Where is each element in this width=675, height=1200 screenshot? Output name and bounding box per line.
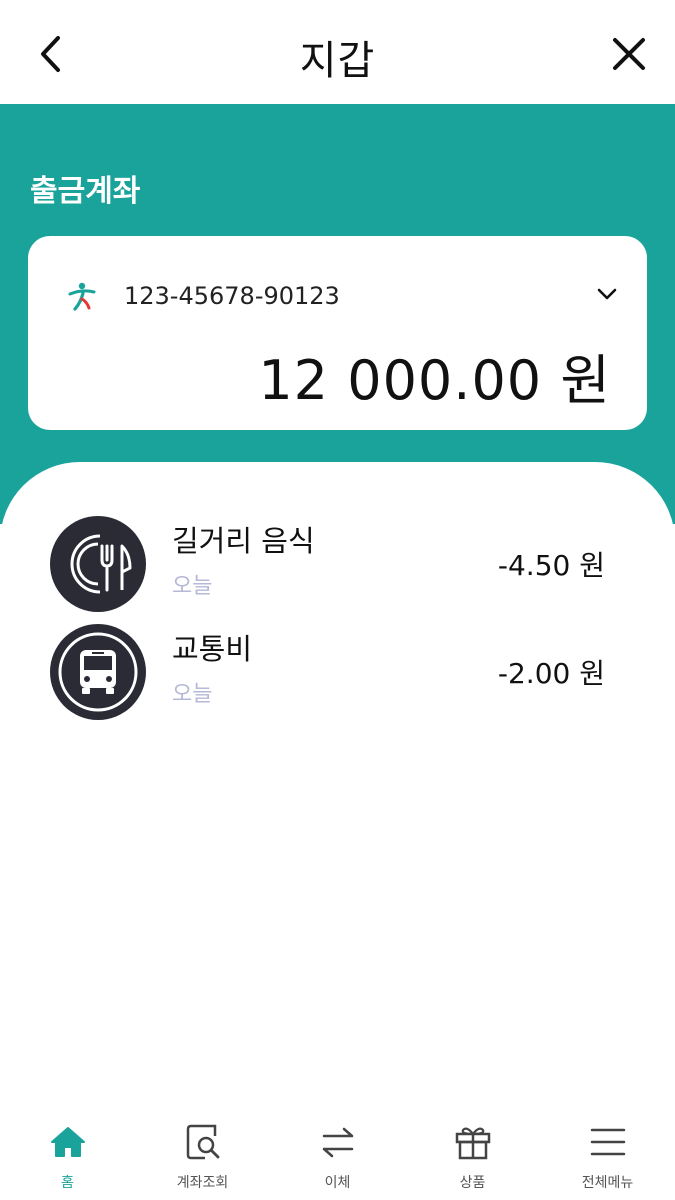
nav-label: 계좌조회 bbox=[176, 1175, 229, 1191]
withdrawal-account-label: 출금계좌 bbox=[30, 174, 141, 209]
account-balance: 12 000.00 원 bbox=[258, 349, 611, 412]
transaction-amount: -2.00 원 bbox=[497, 657, 605, 690]
nav-label: 홈 bbox=[61, 1175, 74, 1191]
account-card[interactable]: 123-45678-90123 12 000.00 원 bbox=[28, 236, 647, 430]
close-button[interactable] bbox=[607, 32, 651, 76]
page-title: 지갑 bbox=[299, 38, 376, 84]
bus-icon bbox=[50, 624, 146, 720]
transaction-title: 길거리 음식 bbox=[172, 524, 315, 558]
account-search-icon bbox=[186, 1124, 219, 1160]
gift-icon bbox=[455, 1127, 490, 1160]
account-number: 123-45678-90123 bbox=[124, 282, 340, 310]
nav-item-products[interactable]: 상품 bbox=[405, 1100, 540, 1200]
transactions-sheet: 길거리 음식 오늘 -4.50 원 교통비 오늘 -2.00 원 bbox=[0, 462, 675, 1200]
nav-label: 이체 bbox=[324, 1175, 351, 1191]
nav-item-account-inquiry[interactable]: 계좌조회 bbox=[135, 1100, 270, 1200]
nav-label: 전체메뉴 bbox=[581, 1175, 634, 1191]
transaction-item[interactable]: 길거리 음식 오늘 -4.50 원 bbox=[0, 516, 675, 616]
transfer-icon bbox=[322, 1127, 353, 1158]
plate-cutlery-icon bbox=[50, 516, 146, 612]
transaction-item[interactable]: 교통비 오늘 -2.00 원 bbox=[0, 624, 675, 724]
home-icon bbox=[50, 1127, 85, 1157]
menu-icon bbox=[590, 1128, 625, 1156]
bank-logo-icon bbox=[68, 282, 96, 311]
nav-item-home[interactable]: 홈 bbox=[0, 1100, 135, 1200]
nav-label: 상품 bbox=[459, 1175, 486, 1191]
chevron-down-icon[interactable] bbox=[595, 282, 619, 306]
close-icon bbox=[613, 38, 645, 70]
transaction-amount: -4.50 원 bbox=[497, 549, 605, 582]
transaction-title: 교통비 bbox=[172, 632, 253, 666]
transaction-date: 오늘 bbox=[172, 574, 213, 599]
nav-item-full-menu[interactable]: 전체메뉴 bbox=[540, 1100, 675, 1200]
top-header: 지갑 bbox=[0, 0, 675, 104]
bottom-nav: 홈 계좌조회 이체 상품 전체메뉴 bbox=[0, 1100, 675, 1200]
nav-item-transfer[interactable]: 이체 bbox=[270, 1100, 405, 1200]
transaction-date: 오늘 bbox=[172, 682, 213, 707]
